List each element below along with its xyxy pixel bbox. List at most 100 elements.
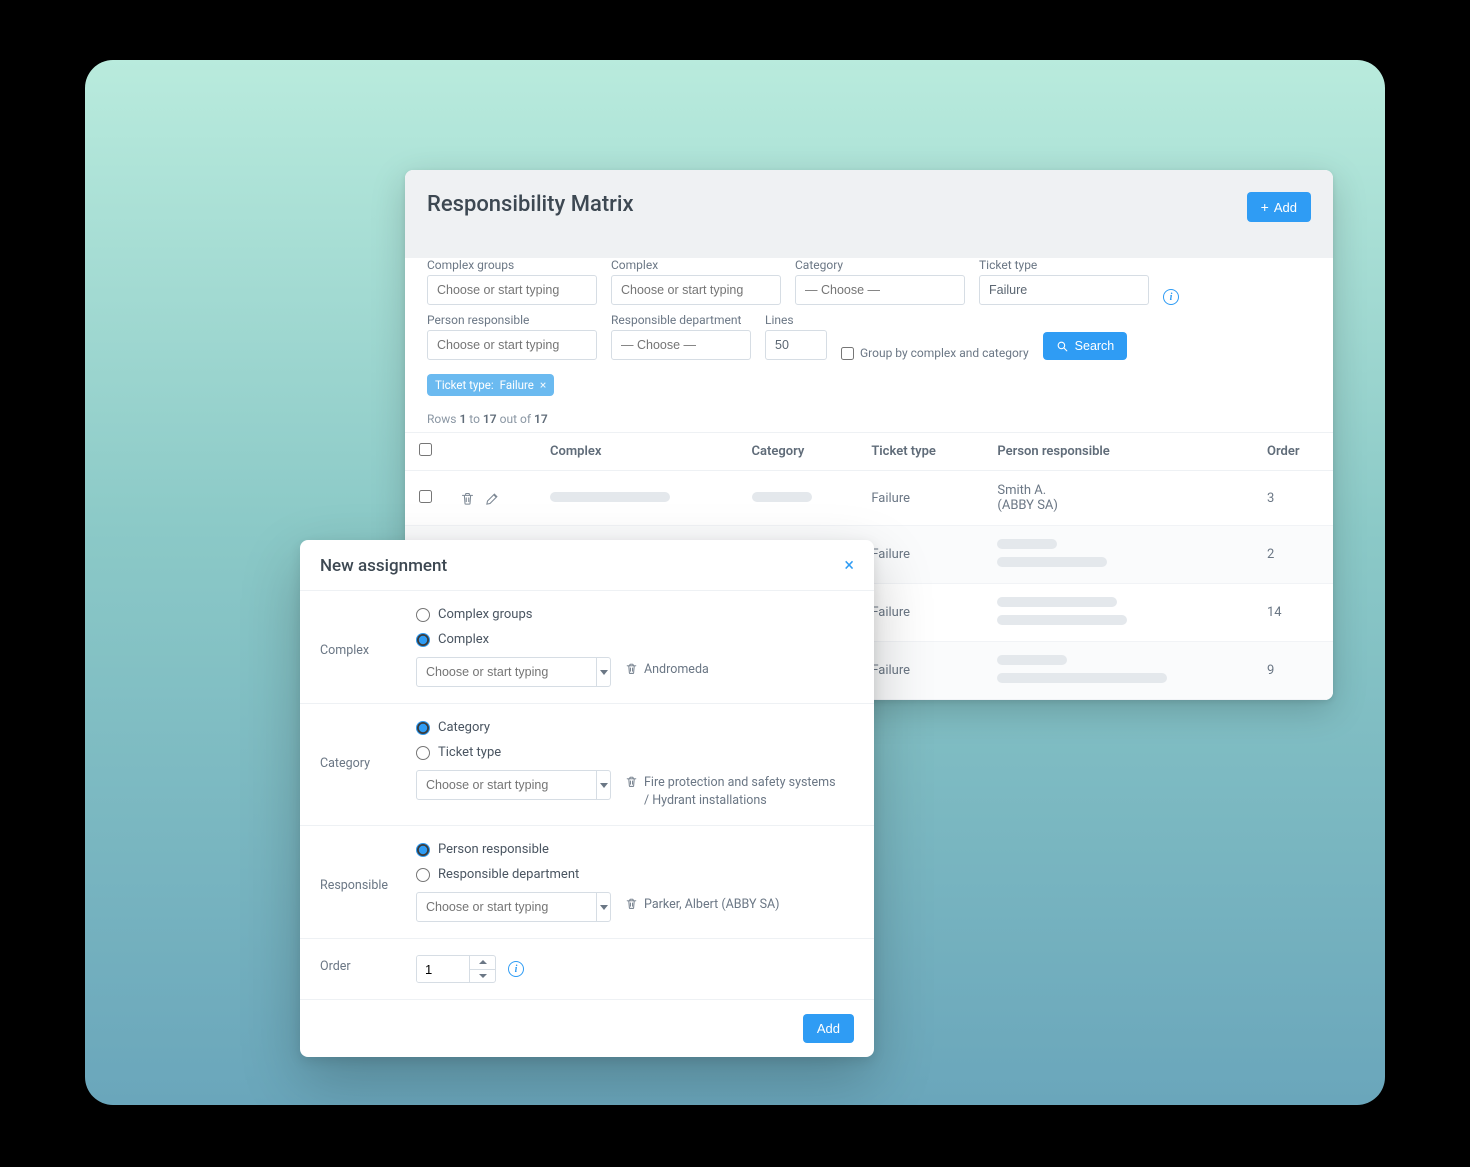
- group-by-checkbox[interactable]: Group by complex and category: [841, 346, 1029, 360]
- chevron-up-icon[interactable]: [470, 956, 495, 969]
- table-row: Failure Smith A.(ABBY SA) 3: [405, 471, 1333, 526]
- section-label-complex: Complex: [320, 607, 398, 687]
- chevron-down-icon[interactable]: [596, 771, 610, 799]
- modal-title: New assignment: [320, 556, 447, 576]
- opt-complex[interactable]: Complex: [416, 632, 854, 647]
- ticket-type-input[interactable]: [980, 276, 1149, 304]
- order-input[interactable]: [417, 956, 469, 982]
- placeholder: [997, 655, 1067, 665]
- opt-category[interactable]: Category: [416, 720, 854, 735]
- cell-order: 14: [1253, 584, 1333, 642]
- trash-icon[interactable]: [460, 491, 475, 506]
- cell-person: [983, 584, 1253, 642]
- add-button[interactable]: Add: [1247, 192, 1311, 222]
- pencil-icon[interactable]: [485, 491, 500, 506]
- category-input[interactable]: [796, 276, 965, 304]
- cell-order: 9: [1253, 642, 1333, 700]
- complex-groups-input[interactable]: [428, 276, 597, 304]
- chosen-category: Fire protection and safety systems / Hyd…: [625, 770, 840, 809]
- placeholder: [997, 557, 1107, 567]
- label-department: Responsible department: [611, 313, 751, 327]
- complex-combo[interactable]: [611, 275, 781, 305]
- lines-input[interactable]: [766, 331, 827, 359]
- placeholder: [997, 673, 1167, 683]
- row-checkbox[interactable]: [419, 490, 432, 503]
- section-label-responsible: Responsible: [320, 842, 398, 922]
- page-title: Responsibility Matrix: [427, 192, 634, 217]
- opt-ticket-type[interactable]: Ticket type: [416, 745, 854, 760]
- search-icon: [1056, 340, 1069, 353]
- opt-complex-groups[interactable]: Complex groups: [416, 607, 854, 622]
- complex-groups-combo[interactable]: [427, 275, 597, 305]
- ticket-type-combo[interactable]: [979, 275, 1149, 305]
- search-button-label: Search: [1075, 339, 1115, 353]
- placeholder: [752, 492, 812, 502]
- trash-icon[interactable]: [625, 775, 638, 788]
- modal-add-button[interactable]: Add: [803, 1014, 854, 1043]
- chevron-down-icon[interactable]: [596, 658, 610, 686]
- close-icon[interactable]: ×: [844, 557, 854, 575]
- chip-key: Ticket type:: [435, 378, 494, 392]
- category-combo[interactable]: [795, 275, 965, 305]
- chosen-complex: Andromeda: [625, 657, 709, 679]
- person-combo[interactable]: [427, 330, 597, 360]
- info-icon[interactable]: i: [1163, 289, 1179, 305]
- info-icon[interactable]: i: [508, 961, 524, 977]
- category-select-input[interactable]: [417, 771, 596, 799]
- rows-info: Rows 1 to 17 out of 17: [405, 402, 1333, 432]
- responsible-select[interactable]: [416, 892, 611, 922]
- chevron-down-icon[interactable]: [470, 969, 495, 983]
- select-all-checkbox[interactable]: [419, 443, 432, 456]
- chevron-down-icon[interactable]: [596, 893, 610, 921]
- label-person: Person responsible: [427, 313, 597, 327]
- opt-department[interactable]: Responsible department: [416, 867, 854, 882]
- label-complex-groups: Complex groups: [427, 258, 597, 272]
- person-input[interactable]: [428, 331, 597, 359]
- department-input[interactable]: [612, 331, 751, 359]
- complex-select[interactable]: [416, 657, 611, 687]
- app-canvas: Responsibility Matrix Add Complex groups…: [85, 60, 1385, 1105]
- col-complex: Complex: [536, 433, 738, 471]
- order-stepper[interactable]: [416, 955, 496, 983]
- chosen-responsible: Parker, Albert (ABBY SA): [625, 892, 780, 914]
- cell-order: 2: [1253, 526, 1333, 584]
- search-button[interactable]: Search: [1043, 332, 1128, 360]
- label-complex: Complex: [611, 258, 781, 272]
- lines-combo[interactable]: [765, 330, 827, 360]
- active-filter-chip[interactable]: Ticket type: Failure ×: [427, 374, 554, 396]
- placeholder: [550, 492, 670, 502]
- filters: Complex groups Complex Category: [405, 258, 1333, 402]
- department-combo[interactable]: [611, 330, 751, 360]
- matrix-head: Responsibility Matrix Add: [405, 170, 1333, 258]
- cell-order: 3: [1253, 471, 1333, 526]
- opt-person[interactable]: Person responsible: [416, 842, 854, 857]
- cell-ticket-type: Failure: [857, 471, 983, 526]
- trash-icon[interactable]: [625, 662, 638, 675]
- close-icon[interactable]: ×: [540, 378, 546, 392]
- complex-input[interactable]: [612, 276, 781, 304]
- section-label-category: Category: [320, 720, 398, 809]
- col-person: Person responsible: [983, 433, 1253, 471]
- label-category: Category: [795, 258, 965, 272]
- col-order: Order: [1253, 433, 1333, 471]
- category-select[interactable]: [416, 770, 611, 800]
- complex-select-input[interactable]: [417, 658, 596, 686]
- group-by-input[interactable]: [841, 347, 854, 360]
- placeholder: [997, 539, 1057, 549]
- col-ticket-type: Ticket type: [857, 433, 983, 471]
- label-lines: Lines: [765, 313, 827, 327]
- cell-person: Smith A.(ABBY SA): [983, 471, 1253, 526]
- group-by-label: Group by complex and category: [860, 346, 1029, 360]
- select-all-header: [405, 433, 446, 471]
- label-ticket-type: Ticket type: [979, 258, 1149, 272]
- cell-person: [983, 642, 1253, 700]
- responsible-select-input[interactable]: [417, 893, 596, 921]
- cell-person: [983, 526, 1253, 584]
- placeholder: [997, 615, 1127, 625]
- section-label-order: Order: [320, 955, 398, 983]
- trash-icon[interactable]: [625, 897, 638, 910]
- cell-ticket-type: Failure: [857, 584, 983, 642]
- placeholder: [997, 597, 1117, 607]
- new-assignment-modal: New assignment × Complex Complex groups …: [300, 540, 874, 1057]
- cell-ticket-type: Failure: [857, 642, 983, 700]
